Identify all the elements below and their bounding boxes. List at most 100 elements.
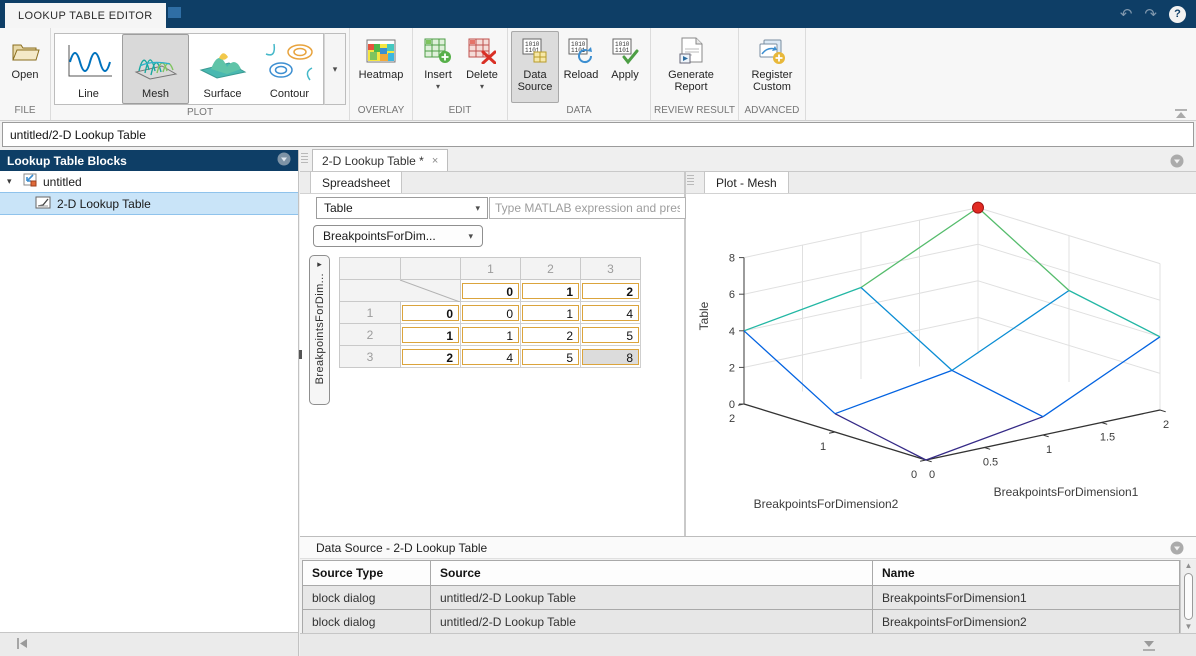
grid-row-header: 3 <box>340 346 401 368</box>
breakpoint-cell[interactable]: 0 <box>461 280 521 302</box>
insert-dropdown-icon[interactable]: ▾ <box>436 83 440 91</box>
collapse-bottom-panel-icon[interactable] <box>1142 639 1156 656</box>
tab-spreadsheet[interactable]: Spreadsheet <box>310 171 402 193</box>
collapsed-breakpoints-strip[interactable]: ▸ BreakpointsForDim... <box>309 255 330 405</box>
table-value-cell[interactable]: 2 <box>521 324 581 346</box>
toolstrip-tab-lookup-table-editor[interactable]: LOOKUP TABLE EDITOR <box>5 3 166 28</box>
svg-text:1: 1 <box>1046 444 1052 456</box>
group-label-advanced: ADVANCED <box>739 103 805 120</box>
grid-corner-cell <box>340 280 461 302</box>
open-label: Open <box>12 69 39 81</box>
generate-report-button[interactable]: Generate Report <box>654 31 728 103</box>
document-tab-label: 2-D Lookup Table * <box>322 154 424 168</box>
pane-splitter-grip[interactable] <box>299 350 302 359</box>
table-value-cell[interactable]: 5 <box>581 324 641 346</box>
column-header-name: Name <box>873 561 1180 586</box>
data-source-row[interactable]: block dialoguntitled/2-D Lookup TableBre… <box>303 586 1180 610</box>
spreadsheet-content: Table ▾ BreakpointsForDim... ▾ ▸ Breakpo… <box>300 194 684 536</box>
table-value-cell[interactable]: 4 <box>461 346 521 368</box>
tree-item-untitled-label: untitled <box>43 175 82 189</box>
column-header-source-type: Source Type <box>303 561 431 586</box>
tree-item-untitled[interactable]: ▾ untitled <box>0 171 298 192</box>
group-label-edit: EDIT <box>413 103 507 120</box>
table-value-cell[interactable]: 4 <box>581 302 641 324</box>
tree-item-2d-lookup-table[interactable]: 2-D Lookup Table <box>0 192 298 215</box>
reload-button[interactable]: 10101101 Reload <box>559 31 603 103</box>
grid-data-row: 10014 <box>340 302 641 324</box>
block-path-input[interactable] <box>2 122 1194 147</box>
left-panel-header: Lookup Table Blocks <box>0 150 298 171</box>
help-icon[interactable]: ? <box>1169 6 1186 23</box>
undo-icon[interactable]: ↶ <box>1120 7 1133 22</box>
grid-bp1-row: 012 <box>340 280 641 302</box>
gallery-item-contour[interactable]: Contour <box>256 34 323 104</box>
group-label-data: DATA <box>508 103 650 120</box>
register-custom-button[interactable]: Register Custom <box>742 31 802 103</box>
matlab-expression-input[interactable] <box>489 197 686 219</box>
group-label-review-result: REVIEW RESULT <box>651 103 738 120</box>
redo-icon[interactable]: ↷ <box>1144 7 1157 22</box>
reload-icon: 10101101 <box>567 35 595 67</box>
dock-grip[interactable] <box>301 153 308 164</box>
table-selector-value: Table <box>324 201 475 215</box>
scroll-up-icon[interactable]: ▲ <box>1185 561 1193 571</box>
delete-label: Delete <box>466 69 498 81</box>
data-source-icon: 10101101 <box>521 35 549 67</box>
close-tab-icon[interactable]: × <box>432 155 438 167</box>
tab-plot-mesh[interactable]: Plot - Mesh <box>704 171 789 193</box>
table-value-cell[interactable]: 8 <box>581 346 641 368</box>
open-button[interactable]: Open <box>3 31 47 103</box>
register-custom-icon <box>758 35 786 67</box>
gallery-dropdown-button[interactable]: ▾ <box>324 33 346 105</box>
collapse-left-icon[interactable] <box>16 636 28 654</box>
collapse-document-chevron-icon[interactable] <box>1170 154 1184 173</box>
ribbon-group-file: Open FILE <box>0 28 51 120</box>
datasource-scrollbar[interactable]: ▲ ▼ <box>1180 560 1196 633</box>
table-value-cell[interactable]: 1 <box>521 302 581 324</box>
grid-row-header: 2 <box>340 324 401 346</box>
ribbon: Open FILE Line <box>0 28 1196 121</box>
plot-content: 00.511.5201202468BreakpointsForDimension… <box>686 194 1196 541</box>
breakpoint-selector-dropdown[interactable]: BreakpointsForDim... ▾ <box>313 225 483 247</box>
tab-accent <box>168 7 181 18</box>
ribbon-group-review-result: Generate Report REVIEW RESULT <box>651 28 739 120</box>
gallery-item-line[interactable]: Line <box>55 34 122 104</box>
scrollbar-thumb[interactable] <box>1184 573 1193 620</box>
breakpoint-cell[interactable]: 0 <box>401 302 461 324</box>
apply-button[interactable]: 10101101 Apply <box>603 31 647 103</box>
svg-text:Table: Table <box>697 301 711 330</box>
table-selector-dropdown[interactable]: Table ▾ <box>316 197 488 219</box>
breakpoint-cell[interactable]: 2 <box>581 280 641 302</box>
scroll-down-icon[interactable]: ▼ <box>1185 622 1193 632</box>
collapse-panel-chevron-icon[interactable] <box>277 152 291 169</box>
tree-expander-icon[interactable]: ▾ <box>7 176 17 187</box>
data-source-button[interactable]: 10101101 Data Source <box>511 31 559 103</box>
heatmap-button[interactable]: Heatmap <box>353 31 409 103</box>
dock-grip[interactable] <box>687 175 694 186</box>
plot-type-gallery: Line Mesh Surface <box>54 33 324 105</box>
breakpoint-cell[interactable]: 1 <box>401 324 461 346</box>
selected-point-marker <box>973 202 984 213</box>
spreadsheet-subtabs: Spreadsheet <box>300 172 684 194</box>
insert-button[interactable]: Insert ▾ <box>416 31 460 103</box>
delete-dropdown-icon[interactable]: ▾ <box>480 83 484 91</box>
gallery-item-mesh[interactable]: Mesh <box>122 34 189 104</box>
table-value-cell[interactable]: 1 <box>461 324 521 346</box>
table-value-cell[interactable]: 5 <box>521 346 581 368</box>
grid-column-header: 2 <box>521 258 581 280</box>
svg-text:1101: 1101 <box>615 47 630 54</box>
collapse-datasource-chevron-icon[interactable] <box>1170 541 1184 560</box>
svg-text:2: 2 <box>729 413 735 425</box>
data-source-title: Data Source - 2-D Lookup Table <box>300 537 1196 559</box>
gallery-item-surface[interactable]: Surface <box>189 34 256 104</box>
data-source-row[interactable]: block dialoguntitled/2-D Lookup TableBre… <box>303 610 1180 634</box>
titlebar: LOOKUP TABLE EDITOR ↶ ↷ ? <box>0 0 1196 28</box>
breakpoint-cell[interactable]: 2 <box>401 346 461 368</box>
group-label-file: FILE <box>0 103 50 120</box>
table-value-cell[interactable]: 0 <box>461 302 521 324</box>
gallery-label-mesh: Mesh <box>142 88 169 100</box>
column-header-source: Source <box>431 561 873 586</box>
delete-button[interactable]: Delete ▾ <box>460 31 504 103</box>
breakpoint-cell[interactable]: 1 <box>521 280 581 302</box>
document-tab-2d-lookup-table[interactable]: 2-D Lookup Table * × <box>312 149 448 171</box>
